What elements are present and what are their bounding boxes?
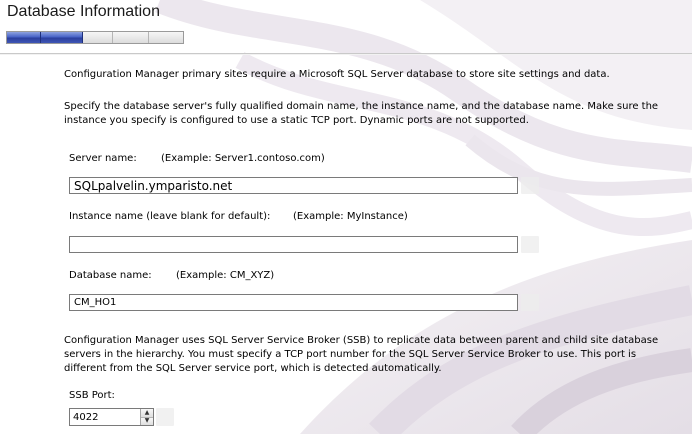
wizard-header: Database Information bbox=[0, 0, 692, 55]
ssb-port-stepper[interactable]: ▲ ▼ bbox=[69, 408, 154, 426]
main-content: Configuration Manager primary sites requ… bbox=[0, 55, 692, 434]
page-title: Database Information bbox=[7, 3, 160, 20]
database-name-label: Database name: bbox=[69, 270, 152, 281]
progress-step-5 bbox=[149, 32, 183, 43]
intro-text-1: Configuration Manager primary sites requ… bbox=[64, 69, 610, 80]
progress-step-3 bbox=[83, 32, 113, 43]
ssb-port-input[interactable] bbox=[70, 409, 140, 425]
instance-name-example: (Example: MyInstance) bbox=[293, 211, 408, 222]
wizard-progress-bar bbox=[6, 31, 184, 44]
ssb-port-ghost-button bbox=[156, 408, 174, 426]
spin-down-arrow-icon[interactable]: ▼ bbox=[141, 416, 153, 425]
instance-name-label: Instance name (leave blank for default): bbox=[69, 211, 271, 222]
server-name-example: (Example: Server1.contoso.com) bbox=[161, 153, 325, 164]
progress-step-4 bbox=[113, 32, 149, 43]
ssb-port-label: SSB Port: bbox=[69, 390, 115, 401]
server-name-input[interactable] bbox=[69, 177, 518, 194]
ssb-port-spin-buttons: ▲ ▼ bbox=[140, 409, 153, 425]
server-name-ghost-button bbox=[521, 177, 539, 194]
database-name-ghost-button bbox=[521, 294, 539, 311]
database-name-example: (Example: CM_XYZ) bbox=[176, 270, 275, 281]
intro-text-2: Specify the database server's fully qual… bbox=[64, 101, 659, 126]
instance-name-ghost-button bbox=[521, 236, 539, 253]
progress-step-2 bbox=[41, 32, 83, 43]
progress-step-1 bbox=[7, 32, 41, 43]
ssb-description: Configuration Manager uses SQL Server Se… bbox=[64, 335, 659, 374]
server-name-label: Server name: bbox=[69, 153, 137, 164]
database-name-input[interactable] bbox=[69, 294, 518, 311]
instance-name-input[interactable] bbox=[69, 236, 518, 253]
spin-up-arrow-icon[interactable]: ▲ bbox=[141, 409, 153, 417]
